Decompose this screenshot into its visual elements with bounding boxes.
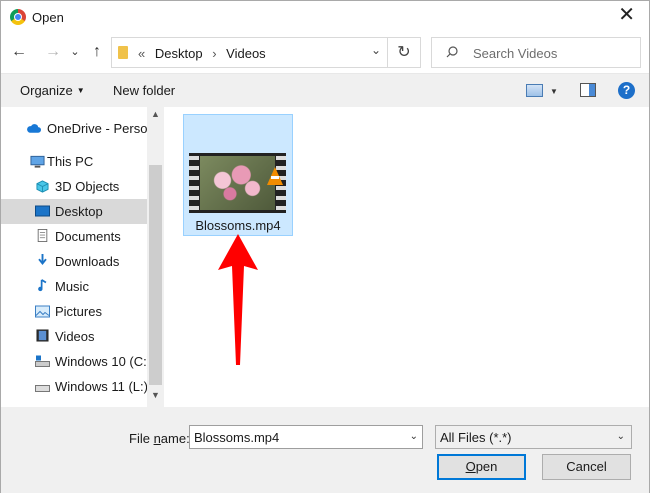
forward-arrow-icon[interactable]: → [43,41,63,63]
file-type-select[interactable]: All Files (*.*) ⌄ [435,425,632,449]
sidebar-item-onedrive[interactable]: OneDrive - Person [1,116,147,141]
breadcrumb: « Desktop › Videos [138,46,272,61]
label-suffix: ame: [160,431,190,446]
sidebar-item-3d-objects[interactable]: 3D Objects [1,174,147,199]
sidebar-item-label: Windows 11 (L:) [55,379,147,394]
computer-icon [30,155,45,168]
file-type-value: All Files (*.*) [440,430,512,445]
file-name-input[interactable]: Blossoms.mp4 ⌄ [189,425,423,449]
sidebar-item-label: Videos [55,329,95,344]
vlc-stripe [271,176,279,179]
file-name-dropdown-icon[interactable]: ⌄ [410,431,418,442]
file-list-area[interactable]: Blossoms.mp4 [164,107,649,407]
navigation-bar: ← → ⌄ ↑ « Desktop › Videos ⌄ ↻ Search Vi… [1,33,649,73]
sidebar-item-documents[interactable]: Documents [1,224,147,249]
dialog-footer: File name: Blossoms.mp4 ⌄ All Files (*.*… [1,407,649,493]
search-icon [446,46,458,58]
recent-locations-chevron-icon[interactable]: ⌄ [65,41,85,63]
breadcrumb-separator[interactable]: › [212,46,216,61]
sidebar-item-label: Desktop [55,204,103,219]
help-icon[interactable]: ? [618,82,635,99]
cube-icon [36,180,49,193]
desktop-icon [35,205,50,217]
sidebar-item-videos[interactable]: Videos [1,324,147,349]
red-annotation-arrow-icon [218,234,258,365]
breadcrumb-desktop[interactable]: Desktop [155,46,203,61]
sidebar-item-label: 3D Objects [55,179,120,194]
label-prefix: File [129,431,154,446]
sidebar-item-pictures[interactable]: Pictures [1,299,147,324]
sidebar-item-label: Music [55,279,89,294]
title-bar: Open ✕ [1,1,649,33]
download-icon [38,254,47,266]
address-dropdown-icon[interactable]: ⌄ [371,43,381,57]
sidebar-item-label: This PC [47,154,94,169]
open-button[interactable]: Open [437,454,526,480]
command-toolbar: Organize ▼ New folder ▼ ? [1,73,649,107]
new-folder-button[interactable]: New folder [113,83,175,98]
music-icon [38,279,47,292]
back-arrow-icon[interactable]: ← [9,41,29,63]
breadcrumb-videos[interactable]: Videos [226,46,266,61]
file-name-label: Blossoms.mp4 [195,218,281,233]
label-accesskey: n [153,431,161,446]
navigation-pane: OneDrive - Person This PC 3D Objects Des… [1,107,164,407]
view-options-caret-icon[interactable]: ▼ [550,87,558,96]
drive-icon [35,355,50,367]
document-icon [37,229,48,242]
cloud-icon [27,124,41,133]
cancel-button[interactable]: Cancel [542,454,631,480]
scroll-up-icon[interactable]: ▲ [151,109,160,119]
sidebar-item-label: Pictures [55,304,102,319]
sidebar-item-label: Windows 10 (C:) [55,354,147,369]
organize-caret-icon: ▼ [76,86,85,95]
sidebar-item-windows-10-drive[interactable]: Windows 10 (C:) [1,349,147,374]
sidebar-item-label: OneDrive - Person [47,121,147,136]
file-name-value: Blossoms.mp4 [194,430,280,445]
search-input[interactable]: Search Videos [431,37,641,68]
address-bar[interactable]: « Desktop › Videos ⌄ [111,37,388,68]
film-strip-icon [189,153,199,213]
file-item[interactable]: Blossoms.mp4 [183,114,293,236]
file-name-field-label: File name: [129,431,190,446]
open-accesskey: O [465,459,476,474]
videos-icon [36,329,49,342]
sidebar-item-desktop[interactable]: Desktop [1,199,147,224]
organize-label: Organize [20,83,73,98]
breadcrumb-overflow[interactable]: « [138,46,145,61]
change-view-icon[interactable] [526,84,543,97]
open-file-dialog: Open ✕ ← → ⌄ ↑ « Desktop › Videos ⌄ ↻ Se… [0,0,650,493]
sidebar-item-label: Downloads [55,254,120,269]
pictures-icon [35,305,50,318]
sidebar-item-downloads[interactable]: Downloads [1,249,147,274]
up-arrow-icon[interactable]: ↑ [87,41,107,63]
sidebar-item-label: Documents [55,229,121,244]
refresh-icon[interactable]: ↻ [388,37,421,68]
sidebar-item-music[interactable]: Music [1,274,147,299]
organize-button[interactable]: Organize ▼ [20,83,85,98]
drive-icon [35,385,50,392]
close-icon[interactable]: ✕ [618,5,635,25]
scrollbar-thumb[interactable] [149,165,162,385]
chrome-icon [10,9,26,25]
preview-pane-icon[interactable] [580,83,596,97]
file-type-dropdown-icon: ⌄ [616,431,625,442]
scroll-down-icon[interactable]: ▼ [151,390,160,400]
sidebar-item-windows-11-drive[interactable]: Windows 11 (L:) [1,374,147,399]
search-placeholder: Search Videos [473,46,558,61]
sidebar-scrollbar[interactable]: ▲ ▼ [147,107,164,407]
folder-icon [118,46,128,59]
open-label: pen [475,459,498,474]
sidebar-item-this-pc[interactable]: This PC [1,149,147,174]
blossom-image [200,156,275,210]
dialog-title: Open [32,10,64,25]
